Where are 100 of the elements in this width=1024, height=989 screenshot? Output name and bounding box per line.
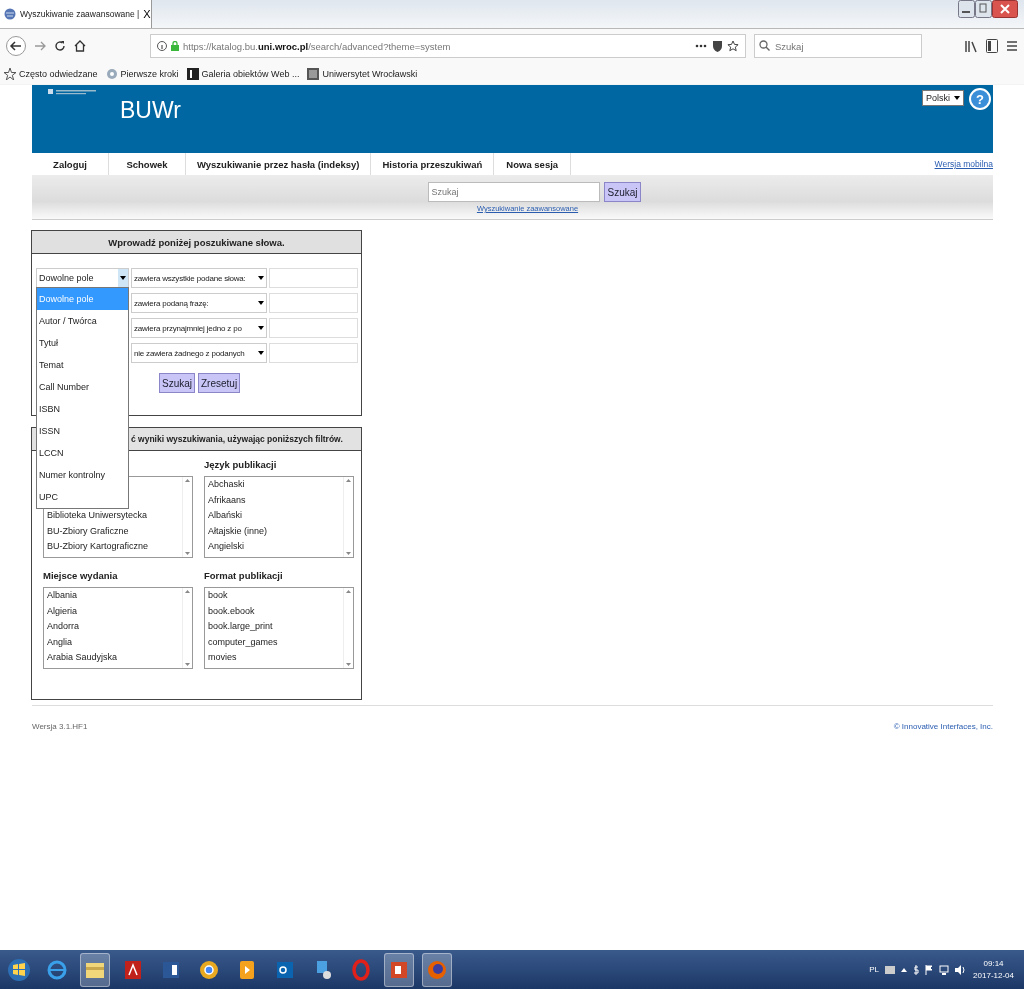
text-field[interactable] <box>269 318 358 338</box>
search-icon <box>759 40 770 51</box>
caret-icon <box>258 276 264 280</box>
operator-select[interactable]: zawiera przynajmniej jedno z po <box>131 318 267 338</box>
dropdown-option[interactable]: Call Number <box>37 376 128 398</box>
list-option[interactable]: BU-Zbiory Graficzne <box>47 525 180 542</box>
list-option[interactable]: Abchaski <box>208 479 341 495</box>
list-option[interactable]: Ałtajskie (inne) <box>208 525 341 542</box>
reset-button[interactable]: Zresetuj <box>198 373 241 393</box>
dropdown-option[interactable]: Temat <box>37 354 128 376</box>
filter-listbox[interactable]: book book.ebook book.large_print computer_games movies <box>204 587 354 669</box>
close-button[interactable] <box>992 0 1018 18</box>
operator-select[interactable]: zawiera wszystkie podane słowa: <box>131 268 267 288</box>
dropdown-option[interactable]: Autor / Twórca <box>37 310 128 332</box>
list-option[interactable]: Anglia <box>47 636 180 653</box>
search-field[interactable]: Szukaj <box>428 182 601 202</box>
scrollbar[interactable] <box>182 477 192 557</box>
tray-arrow-icon[interactable] <box>901 967 908 972</box>
filter-label: Format publikacji <box>204 570 284 583</box>
list-option[interactable]: Algieria <box>47 605 180 622</box>
close-button[interactable]: X <box>143 8 151 20</box>
field-select[interactable]: Dowolne pole <box>36 268 129 288</box>
caret-icon <box>258 351 264 355</box>
forward-button[interactable] <box>34 40 46 52</box>
reload-button[interactable] <box>54 40 66 52</box>
list-option[interactable]: book <box>208 590 341 606</box>
list-option[interactable]: Afrikaans <box>208 494 341 511</box>
list-option[interactable]: BU-Zbiory Kartograficzne <box>47 541 180 557</box>
clock-time[interactable]: 09:14 <box>983 957 1004 970</box>
keyboard-icon[interactable] <box>885 965 896 974</box>
filter-listbox[interactable]: Abchaski Afrikaans Albański Ałtajskie (inne) Angielski <box>204 476 354 558</box>
back-button[interactable] <box>6 36 26 56</box>
page-icon <box>186 67 199 80</box>
dollar-icon[interactable] <box>913 964 920 975</box>
text-field[interactable] <box>269 293 358 313</box>
filter-label: Miejsce wydania <box>43 570 119 583</box>
version-text: Wersja 3.1.HF1 <box>32 722 88 731</box>
operator-select[interactable]: nie zawiera żadnego z podanych <box>131 343 267 363</box>
filter-listbox[interactable]: Albania Algieria Andorra Anglia Arabia Saudyjska <box>43 587 193 669</box>
library-icon[interactable] <box>964 39 978 53</box>
list-option[interactable]: book.ebook <box>208 605 341 622</box>
menu-icon[interactable] <box>1006 40 1018 52</box>
sidebar-icon[interactable] <box>986 39 998 53</box>
dropdown-option[interactable]: ISBN <box>37 398 128 420</box>
text-field[interactable] <box>269 343 358 363</box>
info-icon[interactable] <box>157 41 167 51</box>
list-option[interactable]: movies <box>208 652 341 668</box>
network-icon[interactable] <box>939 964 950 975</box>
start-button[interactable] <box>7 957 31 982</box>
list-option[interactable]: Angielski <box>208 541 341 557</box>
scroll-down-icon <box>185 552 190 555</box>
language-indicator[interactable]: PL <box>869 965 880 974</box>
list-option[interactable]: book.large_print <box>208 621 341 637</box>
bookmark-link[interactable]: Uniwersytet Wrocławski <box>307 67 418 80</box>
list-option[interactable]: Arabia Saudyjska <box>47 652 180 668</box>
text-field[interactable] <box>269 268 358 288</box>
site-logo: BUWr <box>120 97 181 124</box>
list-option[interactable]: Biblioteka Uniwersytecka <box>47 510 180 526</box>
language-select[interactable]: Polski <box>922 90 964 106</box>
scroll-up-icon <box>346 479 351 482</box>
caret-icon <box>954 96 960 100</box>
scrollbar[interactable] <box>182 588 192 668</box>
clock-date[interactable]: 2017-12-04 <box>973 969 1014 982</box>
caret-icon <box>258 326 264 330</box>
search-field[interactable]: Szukaj <box>754 34 922 58</box>
star-icon[interactable] <box>727 40 739 52</box>
list-option[interactable]: Albania <box>47 590 180 606</box>
url-text[interactable]: https://katalog.bu.uni.wroc.pl/search/advanced?theme=system <box>183 40 690 52</box>
scrollbar[interactable] <box>343 477 353 557</box>
list-option[interactable]: Albański <box>208 510 341 526</box>
flag-icon[interactable] <box>925 964 934 975</box>
minimize-button[interactable] <box>958 0 975 18</box>
operator-select[interactable]: zawiera podaną frazę: <box>131 293 267 313</box>
search-button[interactable]: Szukaj <box>159 373 195 393</box>
address-bar[interactable]: https://katalog.bu.uni.wroc.pl/search/advanced?theme=system <box>150 34 746 58</box>
scroll-down-icon <box>185 663 190 666</box>
home-button[interactable] <box>74 40 86 52</box>
scroll-up-icon <box>346 590 351 593</box>
browser-tab[interactable]: Wyszukiwanie zaawansowane | X <box>0 0 152 28</box>
copyright-link[interactable]: © Innovative Interfaces, Inc. <box>893 722 993 731</box>
scroll-up-icon <box>185 479 190 482</box>
restore-button[interactable] <box>975 0 992 18</box>
list-option[interactable]: computer_games <box>208 636 341 653</box>
scroll-up-icon <box>185 590 190 593</box>
dropdown-option[interactable]: Tytuł <box>37 332 128 354</box>
scroll-down-icon <box>346 552 351 555</box>
bookmark-link[interactable]: Pierwsze kroki <box>105 67 179 80</box>
caret-icon <box>120 276 126 280</box>
page-icon <box>307 67 320 80</box>
scroll-down-icon <box>346 663 351 666</box>
mobile-link[interactable]: Wersja mobilna <box>934 159 993 169</box>
search-button[interactable]: Szukaj <box>604 182 641 202</box>
bookmark-link[interactable]: Często odwiedzane <box>4 67 98 80</box>
bookmark-link[interactable]: Galeria obiektów Web ... <box>186 67 300 80</box>
panel-heading: Wprowadź poniżej poszukiwane słowa. <box>32 231 361 254</box>
shield-icon[interactable] <box>712 40 723 52</box>
scrollbar[interactable] <box>343 588 353 668</box>
volume-icon[interactable] <box>955 964 966 975</box>
caret-icon <box>258 301 264 305</box>
list-option[interactable]: Andorra <box>47 621 180 637</box>
